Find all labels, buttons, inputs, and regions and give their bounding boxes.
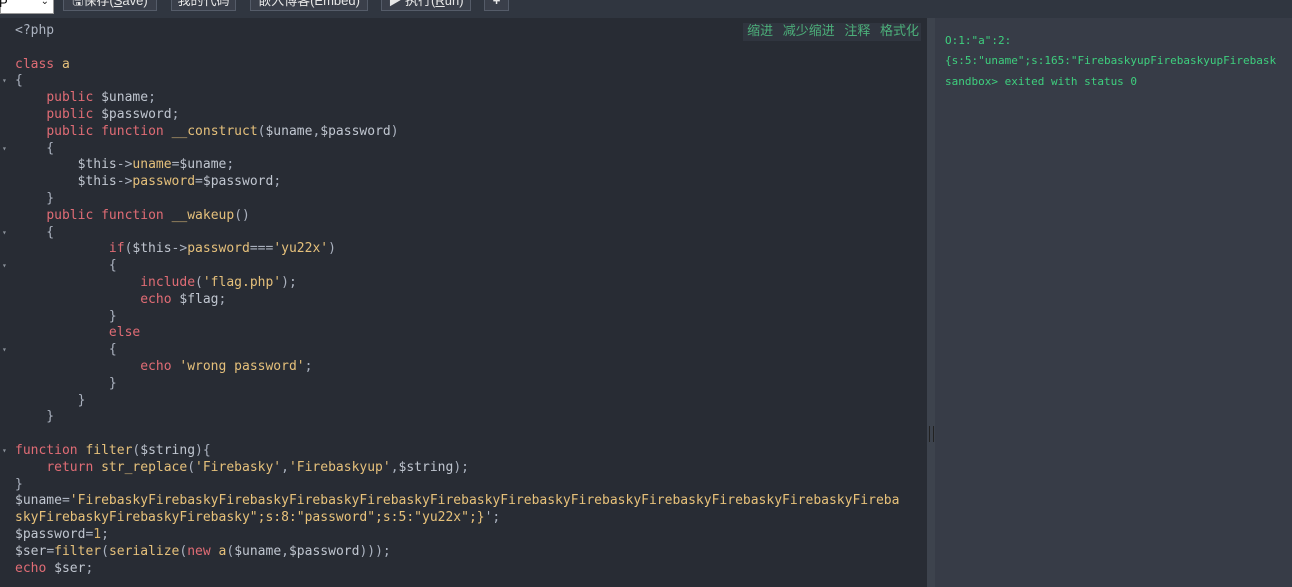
- code-line[interactable]: $password=1;: [15, 526, 109, 543]
- fold-arrow-icon[interactable]: ▾: [2, 257, 7, 274]
- code-line[interactable]: return str_replace('Firebasky','Firebask…: [15, 459, 469, 476]
- code-line[interactable]: {: [15, 341, 117, 358]
- code-line[interactable]: $ser=filter(serialize(new a($uname,$pass…: [15, 543, 391, 560]
- code-line[interactable]: public $uname;: [15, 89, 156, 106]
- save-icon: 🖫: [72, 0, 84, 8]
- output-line: {s:5:"uname";s:165:"FirebaskyupFirebasky…: [945, 54, 1277, 67]
- pane-splitter[interactable]: [927, 18, 935, 587]
- comment-button[interactable]: 注释: [844, 23, 870, 38]
- code-line[interactable]: public function __wakeup(): [15, 207, 250, 224]
- embed-button[interactable]: 嵌入博客(Embed): [250, 0, 368, 11]
- code-line[interactable]: }: [15, 375, 117, 392]
- code-line[interactable]: <?php: [15, 22, 54, 39]
- format-toolbar: 缩进 减少缩进 注释 格式化: [743, 23, 921, 41]
- fold-arrow-icon[interactable]: ▾: [2, 341, 7, 358]
- code-line[interactable]: }: [15, 392, 86, 409]
- indent-button[interactable]: 缩进: [747, 23, 773, 38]
- code-line[interactable]: if($this->password==='yu22x'): [15, 240, 336, 257]
- output-line: O:1:"a":2:: [945, 34, 1012, 47]
- code-line[interactable]: $this->uname=$uname;: [15, 156, 235, 173]
- code-line[interactable]: echo $ser;: [15, 560, 93, 577]
- save-button[interactable]: 🖫保存(Save): [63, 0, 157, 11]
- format-button[interactable]: 格式化: [880, 23, 919, 38]
- chevron-down-icon: ⌄: [40, 0, 49, 7]
- code-line[interactable]: }: [15, 408, 54, 425]
- code-line[interactable]: $uname='FirebaskyFirebaskyFirebaskyFireb…: [15, 492, 899, 509]
- code-line[interactable]: {: [15, 72, 23, 89]
- code-line[interactable]: else: [15, 324, 140, 341]
- code-line[interactable]: echo 'wrong password';: [15, 358, 312, 375]
- code-line[interactable]: }: [15, 190, 54, 207]
- code-line[interactable]: public function __construct($uname,$pass…: [15, 123, 398, 140]
- code-line[interactable]: echo $flag;: [15, 291, 226, 308]
- code-line[interactable]: }: [15, 476, 23, 493]
- code-line[interactable]: {: [15, 224, 54, 241]
- code-line[interactable]: $this->password=$password;: [15, 173, 282, 190]
- fold-arrow-icon[interactable]: ▾: [2, 224, 7, 241]
- language-value: P: [0, 0, 8, 10]
- language-select[interactable]: P ⌄: [0, 0, 54, 14]
- outdent-button[interactable]: 减少缩进: [783, 23, 835, 38]
- my-code-button[interactable]: 我的代码: [171, 0, 236, 11]
- code-line[interactable]: {: [15, 140, 54, 157]
- code-line[interactable]: include('flag.php');: [15, 274, 297, 291]
- code-line[interactable]: {: [15, 257, 117, 274]
- output-line: sandbox> exited with status 0: [945, 75, 1138, 88]
- run-button[interactable]: ▶ 执行(Run): [381, 0, 471, 11]
- code-line[interactable]: function filter($string){: [15, 442, 211, 459]
- fold-arrow-icon[interactable]: ▾: [2, 72, 7, 89]
- add-button[interactable]: +: [484, 0, 509, 11]
- fold-arrow-icon[interactable]: ▾: [2, 442, 7, 459]
- code-line[interactable]: }: [15, 308, 117, 325]
- code-line[interactable]: public $password;: [15, 106, 179, 123]
- code-editor[interactable]: 缩进 减少缩进 注释 格式化 <?php class a{▾ public $un…: [0, 18, 927, 587]
- fold-arrow-icon[interactable]: ▾: [2, 140, 7, 157]
- output-pane: O:1:"a":2: {s:5:"uname";s:165:"Firebasky…: [935, 18, 1292, 587]
- code-line[interactable]: class a: [15, 56, 70, 73]
- toolbar: P ⌄ 🖫保存(Save) 我的代码 嵌入博客(Embed) ▶ 执行(Run)…: [0, 0, 1292, 18]
- code-line[interactable]: skyFirebaskyFirebaskyFirebasky";s:8:"pas…: [15, 509, 500, 526]
- splitter-grip-icon[interactable]: [929, 426, 934, 442]
